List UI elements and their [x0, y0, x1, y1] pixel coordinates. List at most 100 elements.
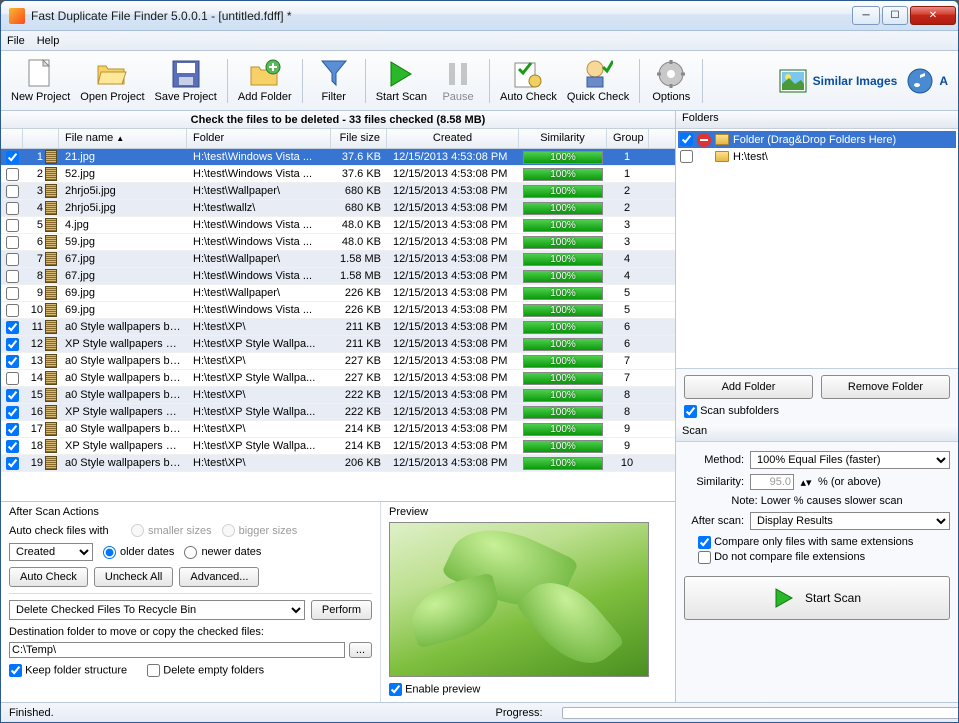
start-scan-toolbar-button[interactable]: Start Scan: [372, 54, 431, 108]
row-check[interactable]: [6, 151, 19, 164]
maximize-button[interactable]: ☐: [882, 6, 908, 25]
row-check[interactable]: [6, 185, 19, 198]
folder-row[interactable]: H:\test\: [678, 148, 956, 165]
scan-subfolders-check[interactable]: Scan subfolders: [684, 405, 779, 417]
filter-button[interactable]: Filter: [309, 54, 359, 108]
col-check[interactable]: [1, 129, 23, 148]
method-select[interactable]: 100% Equal Files (faster): [750, 451, 950, 469]
open-project-button[interactable]: Open Project: [76, 54, 148, 108]
row-check[interactable]: [6, 253, 19, 266]
advanced-button[interactable]: Advanced...: [179, 567, 259, 587]
row-check[interactable]: [6, 406, 19, 419]
folder-check[interactable]: [680, 150, 693, 163]
similar-images-link[interactable]: Similar Images: [775, 65, 902, 97]
row-check[interactable]: [6, 270, 19, 283]
compare-ext-check[interactable]: Compare only files with same extensions: [698, 536, 913, 548]
row-check[interactable]: [6, 219, 19, 232]
cell-folder: H:\test\XP Style Wallpa...: [187, 338, 331, 350]
radio-newer[interactable]: newer dates: [184, 546, 261, 559]
created-select[interactable]: Created: [9, 543, 93, 561]
auto-check-toolbar-button[interactable]: Auto Check: [496, 54, 561, 108]
col-filename[interactable]: File name▲: [59, 129, 187, 148]
row-check[interactable]: [6, 457, 19, 470]
add-folder-button[interactable]: Add Folder: [234, 54, 296, 108]
auto-check-button[interactable]: Auto Check: [9, 567, 88, 587]
row-num: 5: [23, 219, 45, 231]
table-row[interactable]: 659.jpgH:\test\Windows Vista ...48.0 KB1…: [1, 234, 675, 251]
quick-check-button[interactable]: Quick Check: [563, 54, 633, 108]
uncheck-all-button[interactable]: Uncheck All: [94, 567, 173, 587]
col-similarity[interactable]: Similarity: [519, 129, 607, 148]
similarity-input[interactable]: [750, 474, 794, 490]
table-row[interactable]: 15a0 Style wallpapers by AhrH:\test\XP\2…: [1, 387, 675, 404]
table-row[interactable]: 969.jpgH:\test\Wallpaper\226 KB12/15/201…: [1, 285, 675, 302]
table-row[interactable]: 767.jpgH:\test\Wallpaper\1.58 MB12/15/20…: [1, 251, 675, 268]
row-check[interactable]: [6, 304, 19, 317]
menu-help[interactable]: Help: [37, 35, 60, 47]
new-project-button[interactable]: New Project: [7, 54, 74, 108]
row-check[interactable]: [6, 389, 19, 402]
col-filesize[interactable]: File size: [331, 129, 387, 148]
enable-preview-check[interactable]: Enable preview: [389, 683, 480, 696]
row-check[interactable]: [6, 168, 19, 181]
remove-folder-button[interactable]: Remove Folder: [821, 375, 950, 399]
row-check[interactable]: [6, 321, 19, 334]
col-created[interactable]: Created: [387, 129, 519, 148]
table-row[interactable]: 54.jpgH:\test\Windows Vista ...48.0 KB12…: [1, 217, 675, 234]
pause-button[interactable]: Pause: [433, 54, 483, 108]
table-row[interactable]: 19a0 Style wallpapers by AhrH:\test\XP\2…: [1, 455, 675, 472]
options-button[interactable]: Options: [646, 54, 696, 108]
cell-size: 48.0 KB: [331, 219, 387, 231]
table-row[interactable]: 18XP Style wallpapers by AhrH:\test\XP S…: [1, 438, 675, 455]
row-check[interactable]: [6, 355, 19, 368]
row-check[interactable]: [6, 423, 19, 436]
perform-button[interactable]: Perform: [311, 600, 372, 620]
col-num[interactable]: [23, 129, 59, 148]
row-check[interactable]: [6, 202, 19, 215]
table-row[interactable]: 16XP Style wallpapers by AhrH:\test\XP S…: [1, 404, 675, 421]
save-project-button[interactable]: Save Project: [151, 54, 221, 108]
col-group[interactable]: Group: [607, 129, 649, 148]
row-check[interactable]: [6, 372, 19, 385]
table-row[interactable]: 11a0 Style wallpapers by AhrH:\test\XP\2…: [1, 319, 675, 336]
minimize-button[interactable]: ─: [852, 6, 880, 25]
table-row[interactable]: 121.jpgH:\test\Windows Vista ...37.6 KB1…: [1, 149, 675, 166]
radio-bigger[interactable]: bigger sizes: [222, 524, 298, 537]
browse-button[interactable]: ...: [349, 642, 372, 658]
add-folder-panel-button[interactable]: Add Folder: [684, 375, 813, 399]
row-check[interactable]: [6, 440, 19, 453]
table-row[interactable]: 1069.jpgH:\test\Windows Vista ...226 KB1…: [1, 302, 675, 319]
folder-hint-check[interactable]: [680, 133, 693, 146]
audio-link[interactable]: A: [903, 64, 952, 98]
table-row[interactable]: 42hrjo5i.jpgH:\test\wallz\680 KB12/15/20…: [1, 200, 675, 217]
table-row[interactable]: 12XP Style wallpapers by AhrH:\test\XP S…: [1, 336, 675, 353]
dest-input[interactable]: [9, 642, 345, 658]
folder-hint-row[interactable]: Folder (Drag&Drop Folders Here): [678, 131, 956, 148]
col-folder[interactable]: Folder: [187, 129, 331, 148]
radio-smaller[interactable]: smaller sizes: [131, 524, 212, 537]
file-grid[interactable]: 121.jpgH:\test\Windows Vista ...37.6 KB1…: [1, 149, 675, 501]
close-button[interactable]: ✕: [910, 6, 956, 25]
row-check[interactable]: [6, 338, 19, 351]
table-row[interactable]: 14a0 Style wallpapers by AhrH:\test\XP S…: [1, 370, 675, 387]
table-row[interactable]: 32hrjo5i.jpgH:\test\Wallpaper\680 KB12/1…: [1, 183, 675, 200]
cell-similarity: 100%: [519, 269, 607, 284]
radio-older[interactable]: older dates: [103, 546, 174, 559]
menu-file[interactable]: File: [7, 35, 25, 47]
keep-structure-check[interactable]: Keep folder structure: [9, 664, 127, 677]
start-scan-button[interactable]: Start Scan: [684, 576, 950, 620]
after-scan-select[interactable]: Display Results: [750, 512, 950, 530]
delete-empty-check[interactable]: Delete empty folders: [147, 664, 264, 677]
preview-image: [389, 522, 649, 677]
table-row[interactable]: 17a0 Style wallpapers by AhrH:\test\XP\2…: [1, 421, 675, 438]
cell-similarity: 100%: [519, 303, 607, 318]
no-compare-ext-check[interactable]: Do not compare file extensions: [698, 551, 865, 563]
pause-icon: [442, 58, 474, 90]
table-row[interactable]: 13a0 Style wallpapers by AhrH:\test\XP\2…: [1, 353, 675, 370]
table-row[interactable]: 867.jpgH:\test\Windows Vista ...1.58 MB1…: [1, 268, 675, 285]
folders-list[interactable]: Folder (Drag&Drop Folders Here) H:\test\: [676, 129, 958, 369]
delete-action-select[interactable]: Delete Checked Files To Recycle Bin: [9, 600, 305, 620]
table-row[interactable]: 252.jpgH:\test\Windows Vista ...37.6 KB1…: [1, 166, 675, 183]
row-check[interactable]: [6, 236, 19, 249]
row-check[interactable]: [6, 287, 19, 300]
